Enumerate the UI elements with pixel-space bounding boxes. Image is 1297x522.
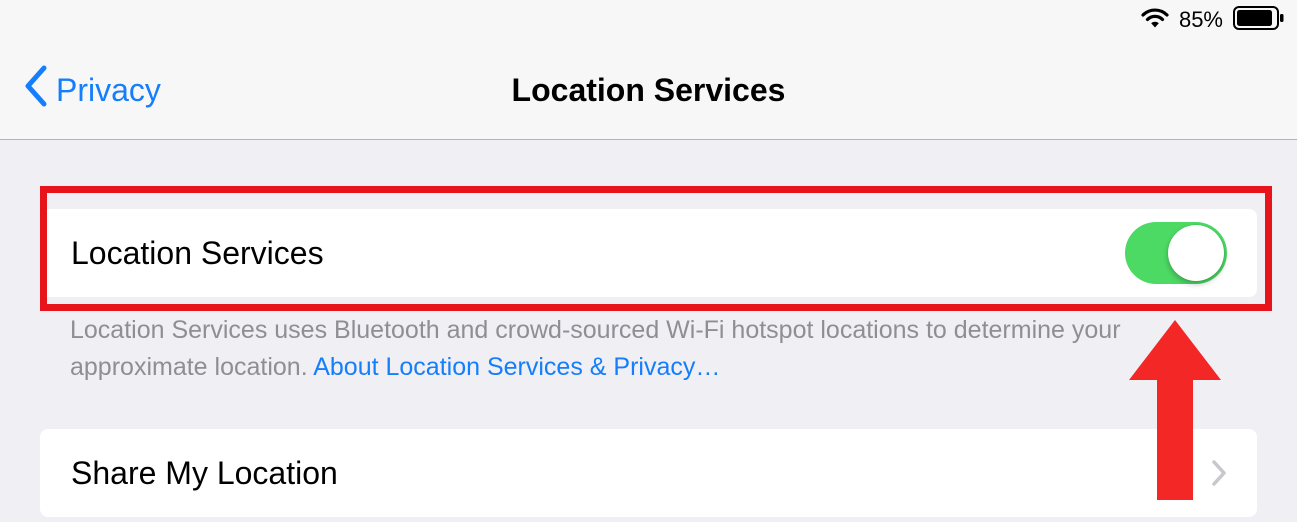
- location-services-footer: Location Services uses Bluetooth and cro…: [70, 312, 1250, 386]
- location-services-row: Location Services: [40, 209, 1257, 297]
- navigation-bar: Privacy Location Services: [0, 44, 1297, 140]
- wifi-icon: [1141, 7, 1169, 34]
- location-services-label: Location Services: [71, 234, 324, 271]
- share-my-location-label: Share My Location: [71, 454, 338, 491]
- status-indicators: 85%: [1141, 5, 1285, 35]
- red-arrow-annotation: [1128, 320, 1222, 507]
- battery-icon: [1233, 5, 1285, 35]
- location-services-toggle[interactable]: [1125, 222, 1227, 284]
- toggle-knob: [1168, 225, 1224, 281]
- status-bar: 85%: [0, 0, 1297, 44]
- battery-percentage: 85%: [1178, 7, 1223, 32]
- page-title: Location Services: [511, 72, 786, 108]
- share-my-location-row[interactable]: Share My Location: [40, 429, 1257, 517]
- about-location-privacy-link[interactable]: About Location Services & Privacy…: [313, 353, 720, 381]
